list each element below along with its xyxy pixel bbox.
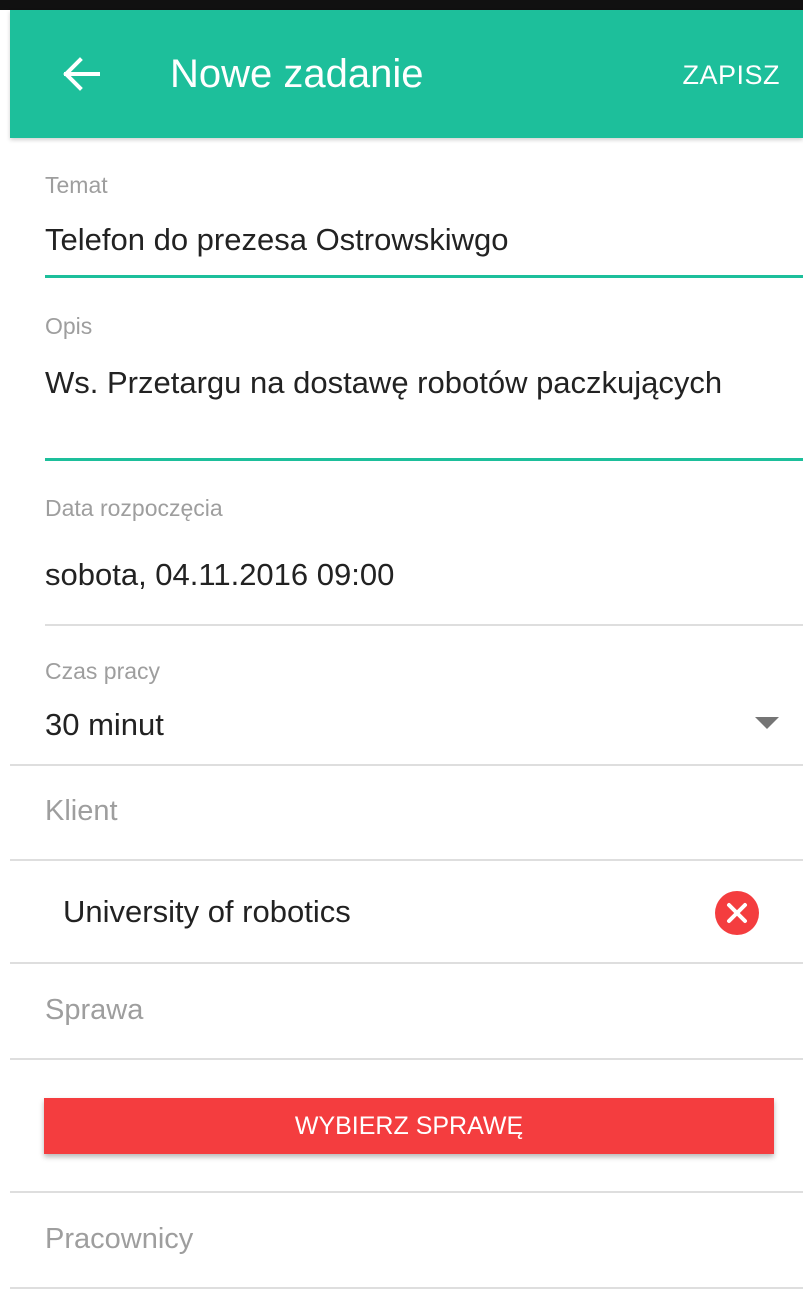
- page-title: Nowe zadanie: [170, 52, 424, 96]
- start-date-divider: [45, 624, 803, 626]
- app-bar: Nowe zadanie ZAPISZ: [10, 10, 803, 138]
- work-time-divider: [10, 764, 803, 766]
- client-name: University of robotics: [63, 894, 351, 929]
- work-time-label: Czas pracy: [45, 658, 161, 684]
- start-date-field[interactable]: sobota, 04.11.2016 09:00: [45, 555, 394, 595]
- back-arrow-icon[interactable]: [58, 50, 106, 98]
- status-bar-strip: [0, 0, 803, 10]
- work-time-select[interactable]: 30 minut: [45, 705, 164, 745]
- matter-divider: [10, 1058, 803, 1060]
- description-underline: [45, 458, 803, 461]
- client-section-label: Klient: [45, 795, 118, 827]
- employees-section-label: Pracownicy: [45, 1223, 194, 1255]
- employees-divider: [10, 1287, 803, 1289]
- start-date-label: Data rozpoczęcia: [45, 495, 223, 521]
- subject-input[interactable]: Telefon do prezesa Ostrowskiwgo: [45, 220, 509, 260]
- description-input[interactable]: Ws. Przetargu na dostawę robotów paczkuj…: [45, 363, 745, 403]
- subject-underline: [45, 275, 803, 278]
- matter-section-label: Sprawa: [45, 994, 144, 1026]
- select-matter-button[interactable]: WYBIERZ SPRAWĘ: [44, 1098, 774, 1154]
- subject-label: Temat: [45, 172, 108, 198]
- remove-client-icon[interactable]: [714, 890, 760, 936]
- client-item-divider: [10, 962, 803, 964]
- client-divider: [10, 859, 803, 861]
- matter-button-divider: [10, 1191, 803, 1193]
- description-label: Opis: [45, 313, 93, 339]
- save-button[interactable]: ZAPISZ: [682, 58, 780, 92]
- chevron-down-icon[interactable]: [755, 717, 779, 729]
